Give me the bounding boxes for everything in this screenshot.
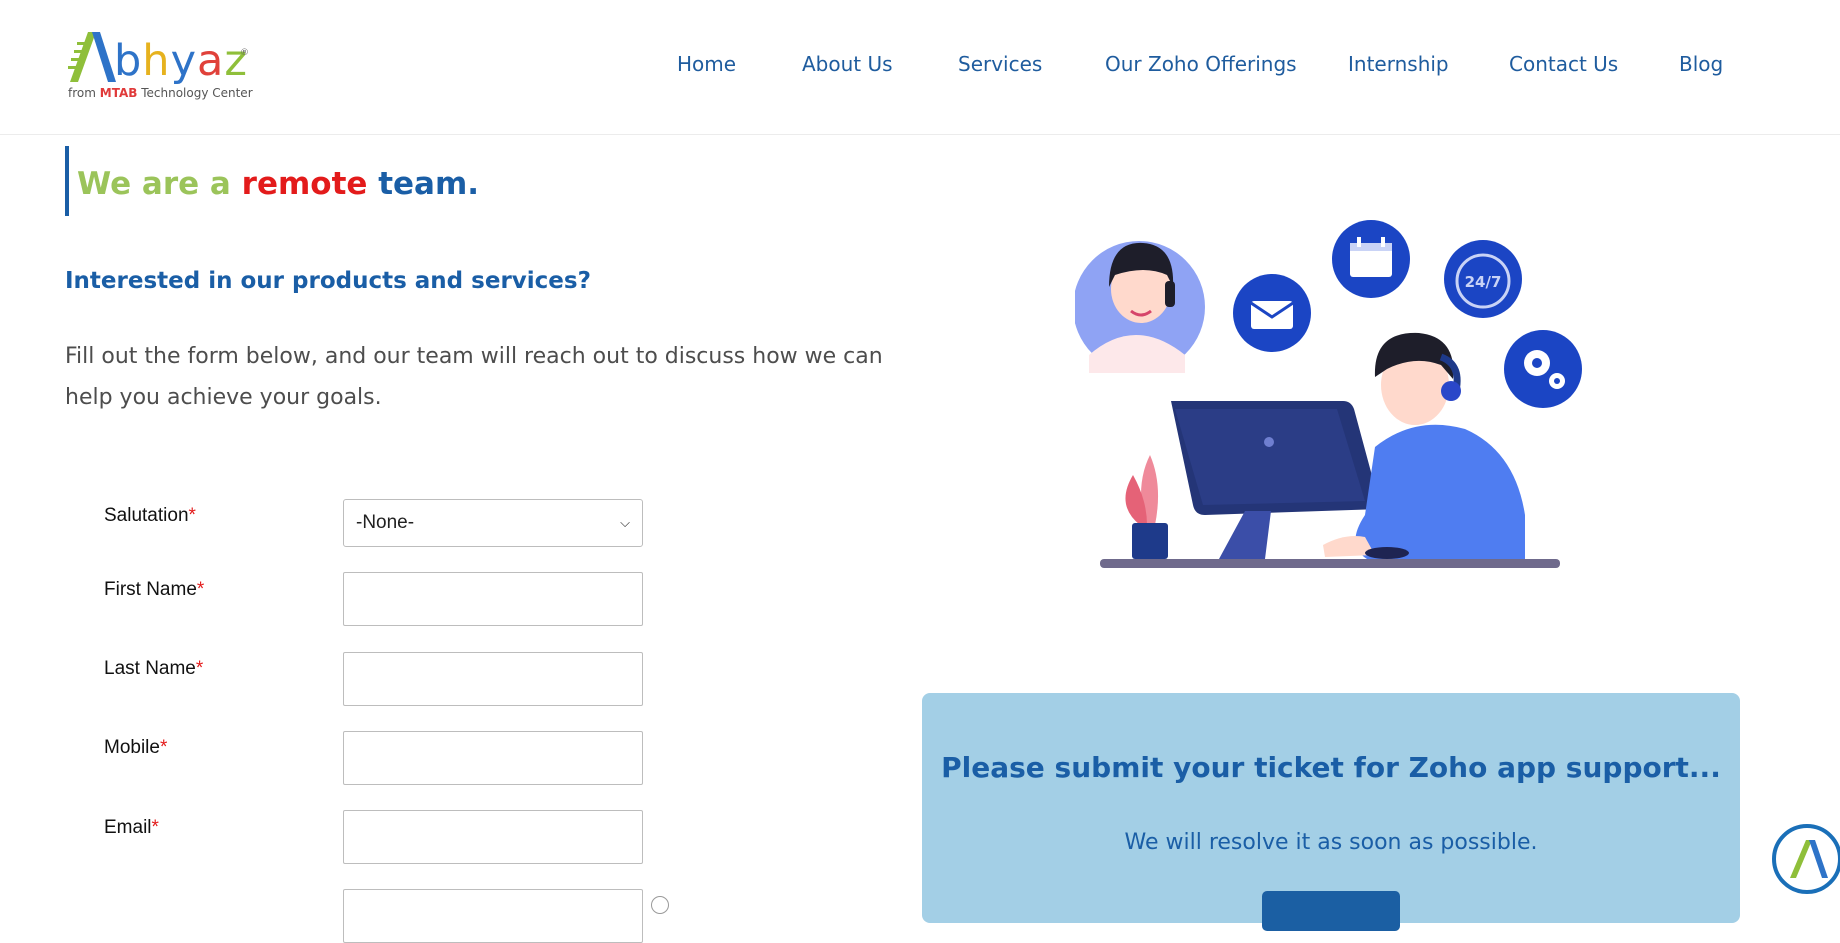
last-name-label: Last Name*	[104, 658, 204, 679]
email-field[interactable]	[343, 810, 643, 864]
nav-contact-us[interactable]: Contact Us	[1509, 52, 1618, 76]
desk	[1100, 559, 1560, 568]
abhyaz-logo[interactable]: bhyaz ® from MTAB Technology Center	[66, 24, 256, 104]
salutation-select[interactable]: -None- ⌵	[343, 499, 643, 547]
chevron-down-icon: ⌵	[620, 515, 630, 530]
company-field[interactable]	[343, 889, 643, 943]
nav-home[interactable]: Home	[677, 52, 736, 76]
plant-icon	[1125, 455, 1168, 559]
abhyaz-logo-icon	[68, 32, 116, 82]
nav-internship[interactable]: Internship	[1348, 52, 1449, 76]
salutation-label: Salutation*	[104, 505, 196, 526]
gear-icon	[1504, 330, 1582, 408]
nav-about-us[interactable]: About Us	[802, 52, 893, 76]
last-name-field[interactable]	[343, 652, 643, 706]
nav-services[interactable]: Services	[958, 52, 1042, 76]
intro-paragraph: Fill out the form below, and our team wi…	[65, 344, 883, 410]
clock-24-7-icon: 24/7	[1444, 240, 1522, 318]
support-team-illustration: 24/7	[1075, 220, 1582, 568]
monitor-icon	[1171, 401, 1381, 559]
support-title: Please submit your ticket for Zoho app s…	[941, 751, 1721, 784]
mobile-label: Mobile*	[104, 737, 168, 758]
email-label: Email*	[104, 817, 159, 838]
first-name-field[interactable]	[343, 572, 643, 626]
abhyaz-chat-icon	[1790, 840, 1828, 878]
headline-accent-bar	[65, 146, 69, 216]
submit-ticket-button[interactable]	[1262, 891, 1400, 931]
support-ticket-panel: Please submit your ticket for Zoho app s…	[922, 693, 1740, 931]
info-icon[interactable]	[651, 896, 669, 914]
support-text: We will resolve it as soon as possible.	[1124, 830, 1538, 855]
nav-our-zoho-offerings[interactable]: Our Zoho Offerings	[1105, 52, 1297, 76]
svg-text:24/7: 24/7	[1465, 273, 1502, 291]
calendar-icon	[1332, 220, 1410, 298]
products-subheading: Interested in our products and services?	[65, 268, 591, 294]
chat-widget-button[interactable]	[1772, 824, 1840, 894]
logo-tagline: from MTAB Technology Center	[68, 86, 253, 100]
logo-registered-mark: ®	[240, 48, 249, 58]
logo-wordmark: bhyaz	[114, 36, 248, 86]
first-name-label: First Name*	[104, 579, 205, 600]
page-headline: We are a remote team.	[77, 166, 480, 202]
mobile-field[interactable]	[343, 731, 643, 785]
woman-avatar-icon	[1075, 241, 1205, 373]
mail-icon	[1233, 274, 1311, 352]
site-header: bhyaz ® from MTAB Technology Center Home…	[0, 0, 1840, 135]
nav-blog[interactable]: Blog	[1679, 52, 1723, 76]
salutation-selected-value: -None-	[356, 512, 415, 533]
